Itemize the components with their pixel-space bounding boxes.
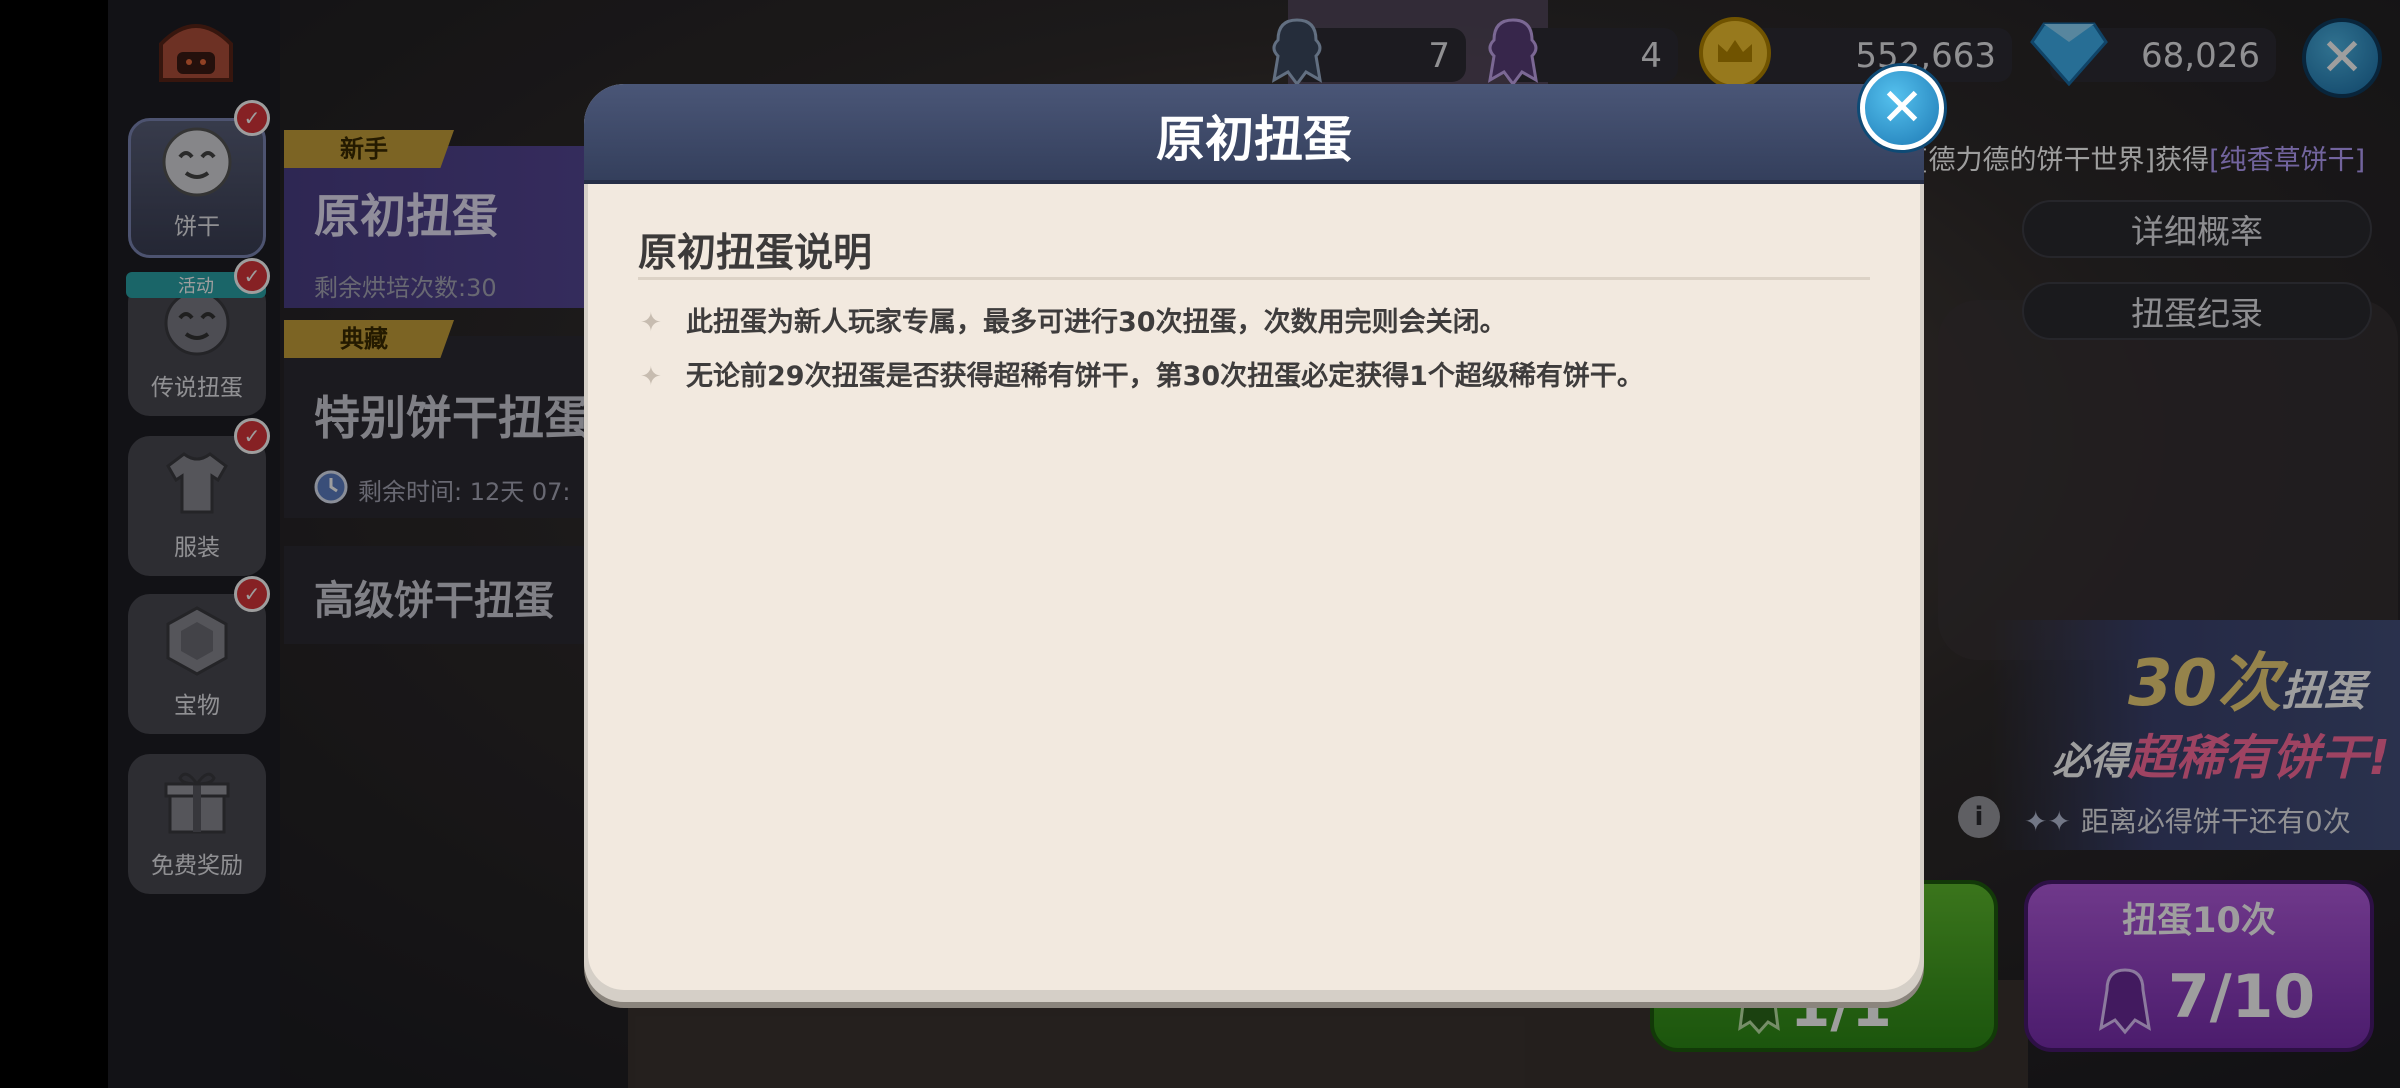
rule-item: ✦ 此扭蛋为新人玩家专属，最多可进行30次扭蛋，次数用完则会关闭。 bbox=[640, 300, 1507, 339]
modal-title: 原初扭蛋 bbox=[1155, 111, 1352, 168]
section-divider bbox=[638, 277, 1870, 280]
section-title: 原初扭蛋说明 bbox=[638, 231, 873, 276]
sparkle-bullet-icon: ✦ bbox=[640, 362, 662, 392]
rule-item: ✦ 无论前29次扭蛋是否获得超稀有饼干，第30次扭蛋必定获得1个超级稀有饼干。 bbox=[640, 354, 1644, 393]
close-icon[interactable]: ✕ bbox=[1860, 66, 1944, 150]
sparkle-bullet-icon: ✦ bbox=[640, 308, 662, 338]
rule-text: 此扭蛋为新人玩家专属，最多可进行30次扭蛋，次数用完则会关闭。 bbox=[686, 307, 1507, 338]
rule-text: 无论前29次扭蛋是否获得超稀有饼干，第30次扭蛋必定获得1个超级稀有饼干。 bbox=[686, 361, 1644, 392]
